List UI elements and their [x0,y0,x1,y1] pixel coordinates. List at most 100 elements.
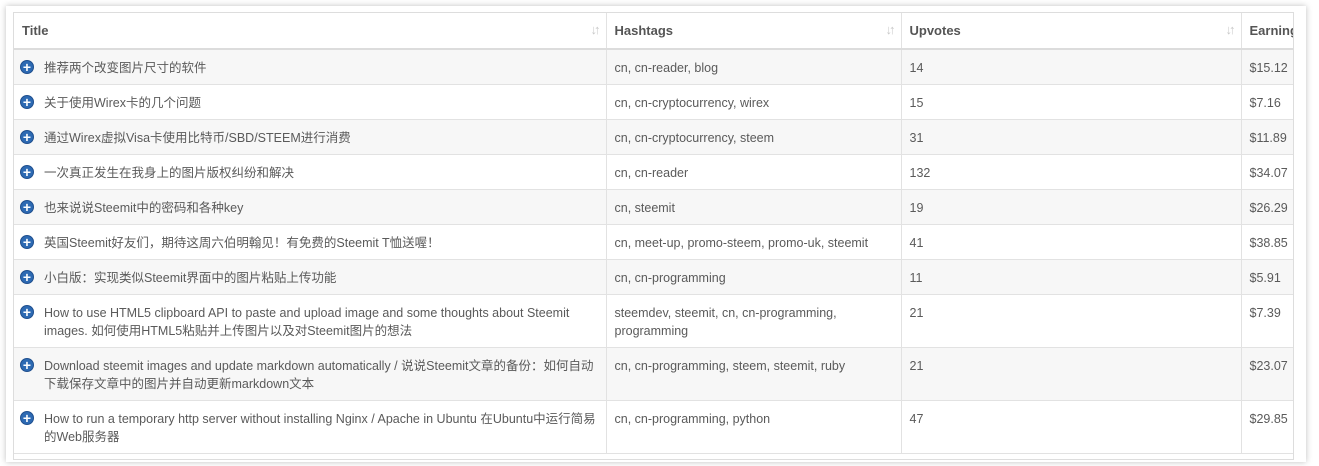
plus-circle-icon[interactable]: + [20,269,34,284]
post-hashtags-cell: cn, steemit [606,189,902,225]
title-cell: + How to use HTML5 clipboard API to paste… [14,294,607,348]
post-earnings-cell: $26.29 [1241,189,1293,225]
post-upvotes-cell: 21 [901,347,1242,401]
post-upvotes-cell: 14 [901,49,1242,85]
post-hashtags-cell: steemdev, steemit, cn, cn-programming, p… [606,294,902,348]
post-earnings: $11.89 [1249,130,1287,145]
post-hashtags: cn, cn-cryptocurrency, steem [614,130,775,145]
post-upvotes: 15 [909,95,924,110]
plus-circle-icon[interactable]: + [20,357,34,372]
post-upvotes: 132 [909,165,931,180]
post-hashtags-cell: cn, cn-programming, python [606,400,902,454]
post-upvotes: 11 [909,270,923,285]
post-hashtags: cn, steemit [614,200,675,215]
post-title[interactable]: How to run a temporary http server witho… [44,401,598,446]
title-cell: + Download steemit images and update mark… [14,347,607,401]
post-hashtags-cell: cn, cn-programming, steem, steemit, ruby [606,347,902,401]
table-viewport[interactable]: Title ↓↑ Hashtags ↓↑ Upvotes ↓↑ Earnings [13,12,1294,460]
title-cell: + 一次真正发生在我身上的图片版权纠纷和解决 [14,154,607,190]
title-cell: + 也来说说Steemit中的密码和各种key [14,189,607,225]
post-earnings: $38.85 [1249,235,1288,250]
post-hashtags: cn, cn-programming, steem, steemit, ruby [614,358,846,373]
sort-icon[interactable]: ↓↑ [591,22,601,37]
column-header-upvotes-label: Upvotes [909,23,961,38]
title-cell: + 关于使用Wirex卡的几个问题 [14,84,607,120]
post-earnings: $29.85 [1249,411,1288,426]
post-earnings: $7.16 [1249,95,1281,110]
table-frame: Title ↓↑ Hashtags ↓↑ Upvotes ↓↑ Earnings [6,6,1306,462]
table-row[interactable]: + 也来说说Steemit中的密码和各种key cn, steemit 19 $26.2… [14,189,1293,225]
post-upvotes-cell: 11 [901,259,1242,295]
column-header-hashtags-label: Hashtags [614,23,674,38]
post-title[interactable]: 通过Wirex虚拟Visa卡使用比特币/SBD/STEEM进行消费 [44,120,598,147]
column-header-hashtags[interactable]: Hashtags ↓↑ [606,13,902,50]
post-upvotes-cell: 21 [901,294,1242,348]
plus-circle-icon[interactable]: + [20,129,34,144]
post-title[interactable]: 关于使用Wirex卡的几个问题 [44,85,598,112]
table-row[interactable]: + 一次真正发生在我身上的图片版权纠纷和解决 cn, cn-reader 132 $34… [14,154,1293,190]
post-earnings: $23.07 [1249,358,1288,373]
post-hashtags: cn, cn-programming, python [614,411,771,426]
post-upvotes-cell: 41 [901,224,1242,260]
post-hashtags-cell: cn, cn-cryptocurrency, wirex [606,84,902,120]
table-row[interactable]: + How to use HTML5 clipboard API to paste… [14,294,1293,348]
table-row[interactable]: + 小白版：实现类似Steemit界面中的图片粘贴上传功能 cn, cn-progr… [14,259,1293,295]
plus-circle-icon[interactable]: + [20,94,34,109]
plus-circle-icon[interactable]: + [20,60,34,74]
post-title[interactable]: 小白版：实现类似Steemit界面中的图片粘贴上传功能 [44,260,598,287]
table-row[interactable]: + 通过Wirex虚拟Visa卡使用比特币/SBD/STEEM进行消费 cn, cn… [14,119,1293,155]
post-earnings-cell: $7.16 [1241,84,1293,120]
post-hashtags: steemdev, steemit, cn, cn-programming, p… [614,305,837,338]
post-earnings-cell: $15.12 [1241,49,1293,85]
title-cell: + 通过Wirex虚拟Visa卡使用比特币/SBD/STEEM进行消费 [14,119,607,155]
post-earnings: $5.91 [1249,270,1281,285]
post-upvotes-cell: 31 [901,119,1242,155]
post-earnings: $26.29 [1249,200,1288,215]
sort-icon[interactable]: ↓↑ [886,22,896,37]
post-upvotes: 41 [909,235,924,250]
post-upvotes: 31 [909,130,924,145]
table-row[interactable]: + 推荐两个改变图片尺寸的软件 cn, cn-reader, blog 14 $15.1… [14,49,1293,85]
post-upvotes-cell: 15 [901,84,1242,120]
title-cell: + 英国Steemit好友们，期待这周六伯明翰见！有免费的Steemit T恤送喔… [14,224,607,260]
post-title[interactable]: 推荐两个改变图片尺寸的软件 [44,50,598,77]
post-upvotes-cell: 19 [901,189,1242,225]
column-header-title[interactable]: Title ↓↑ [14,13,607,50]
table-row[interactable]: + How to run a temporary http server with… [14,400,1293,454]
post-upvotes: 47 [909,411,924,426]
post-earnings: $34.07 [1249,165,1288,180]
post-title[interactable]: 一次真正发生在我身上的图片版权纠纷和解决 [44,155,598,182]
column-header-earnings[interactable]: Earnings [1241,13,1293,50]
plus-circle-icon[interactable]: + [20,164,34,179]
posts-table: Title ↓↑ Hashtags ↓↑ Upvotes ↓↑ Earnings [14,13,1293,454]
table-row[interactable]: + Download steemit images and update mark… [14,347,1293,401]
table-row[interactable]: + 英国Steemit好友们，期待这周六伯明翰见！有免费的Steemit T恤送喔… [14,224,1293,260]
post-hashtags: cn, cn-reader [614,165,689,180]
post-hashtags-cell: cn, meet-up, promo-steem, promo-uk, stee… [606,224,902,260]
sort-icon[interactable]: ↓↑ [1226,22,1236,37]
post-title[interactable]: How to use HTML5 clipboard API to paste … [44,295,598,340]
post-earnings-cell: $38.85 [1241,224,1293,260]
post-title[interactable]: 英国Steemit好友们，期待这周六伯明翰见！有免费的Steemit T恤送喔！ [44,225,598,252]
post-earnings-cell: $29.85 [1241,400,1293,454]
post-earnings-cell: $7.39 [1241,294,1293,348]
post-hashtags-cell: cn, cn-cryptocurrency, steem [606,119,902,155]
post-title[interactable]: 也来说说Steemit中的密码和各种key [44,190,598,217]
plus-circle-icon[interactable]: + [20,199,34,214]
post-hashtags: cn, meet-up, promo-steem, promo-uk, stee… [614,235,869,250]
post-hashtags: cn, cn-programming [614,270,726,285]
header-row: Title ↓↑ Hashtags ↓↑ Upvotes ↓↑ Earnings [14,13,1293,50]
column-header-title-label: Title [22,23,49,38]
post-earnings-cell: $23.07 [1241,347,1293,401]
post-upvotes: 21 [909,358,924,373]
post-earnings-cell: $34.07 [1241,154,1293,190]
table-row[interactable]: + 关于使用Wirex卡的几个问题 cn, cn-cryptocurrency, w… [14,84,1293,120]
post-hashtags-cell: cn, cn-programming [606,259,902,295]
column-header-upvotes[interactable]: Upvotes ↓↑ [901,13,1242,50]
plus-circle-icon[interactable]: + [20,304,34,319]
post-hashtags: cn, cn-reader, blog [614,61,719,75]
post-title[interactable]: Download steemit images and update markd… [44,348,598,393]
post-hashtags-cell: cn, cn-reader [606,154,902,190]
plus-circle-icon[interactable]: + [20,410,34,425]
plus-circle-icon[interactable]: + [20,234,34,249]
